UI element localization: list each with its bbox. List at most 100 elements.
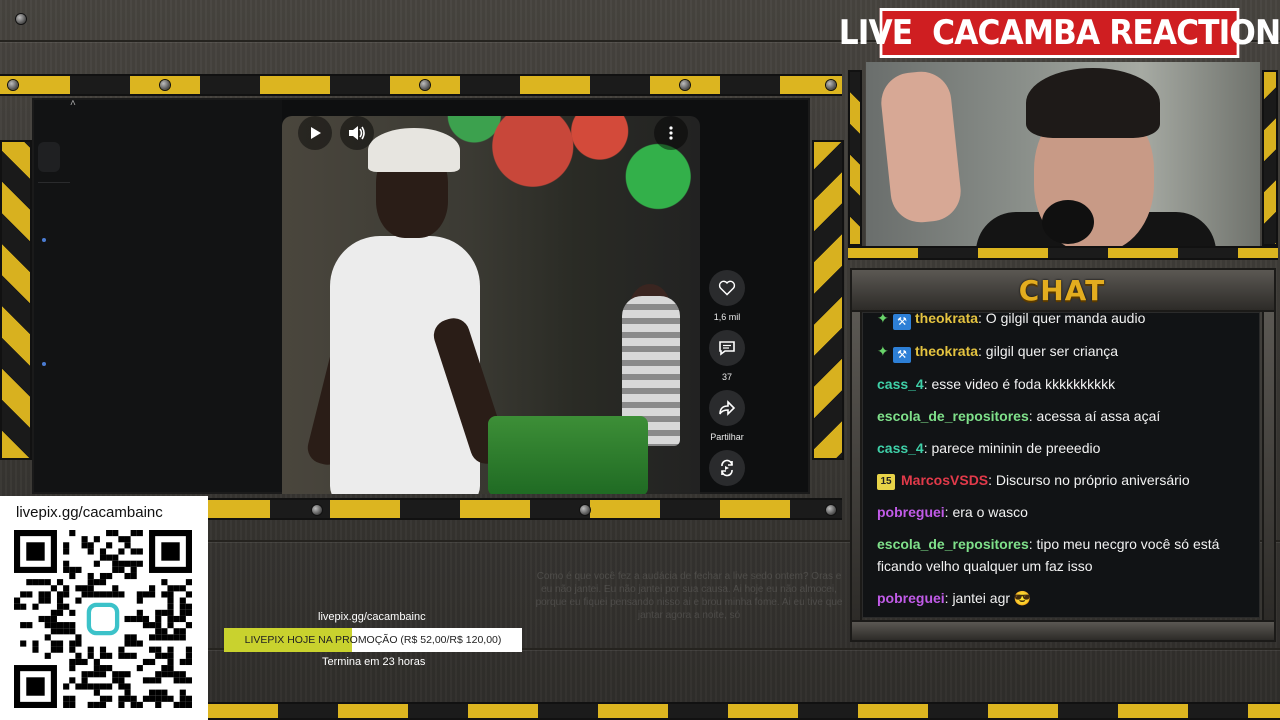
livepix-panel: livepix.gg/cacambainc: [0, 496, 208, 720]
chat-text: : O gilgil quer manda audio: [978, 312, 1146, 326]
qr-module: [63, 622, 70, 629]
remix-action[interactable]: [704, 450, 750, 492]
divider: [38, 182, 70, 183]
qr-module: [179, 585, 186, 592]
qr-module: [75, 597, 82, 604]
caret-icon: ˄: [70, 98, 76, 109]
share-action[interactable]: Partilhar: [704, 390, 750, 442]
short-video[interactable]: [282, 116, 700, 494]
qr-module: [14, 597, 21, 604]
chat-text: : Discurso no próprio aniversário: [988, 472, 1190, 488]
chat-username[interactable]: escola_de_repositores: [877, 408, 1029, 424]
qr-module: [155, 701, 162, 708]
qr-module: [69, 701, 76, 708]
play-button[interactable]: [298, 116, 332, 150]
qr-module: [179, 689, 186, 696]
comment-action[interactable]: 37: [704, 330, 750, 382]
chat-username[interactable]: theokrata: [915, 343, 978, 359]
qr-module: [161, 689, 168, 696]
chat-side-rail: [850, 310, 862, 622]
like-count: 1,6 mil: [713, 312, 741, 322]
qr-module: [112, 671, 119, 678]
qr-module: [32, 646, 39, 653]
hazard-stripe-bottom: [200, 498, 842, 520]
qr-module: [56, 640, 64, 647]
qr-module: [44, 615, 51, 623]
qr-module: [75, 652, 82, 659]
qr-module: [87, 572, 94, 580]
chat-username[interactable]: pobreguei: [877, 590, 945, 606]
qr-module: [130, 652, 137, 659]
hazard-stripe-right: [812, 140, 844, 460]
qr-module: [155, 671, 162, 678]
qr-module: [63, 628, 70, 635]
qr-module: [161, 671, 168, 678]
qr-module: [93, 560, 100, 567]
sub-badge-icon: 15: [877, 474, 895, 490]
qr-module: [179, 634, 186, 641]
chat-username[interactable]: MarcosVSDS: [901, 472, 988, 488]
qr-module: [63, 548, 70, 555]
qr-module: [26, 579, 33, 586]
like-action[interactable]: 1,6 mil: [704, 270, 750, 322]
qr-module: [155, 615, 162, 623]
qr-module: [185, 652, 192, 659]
qr-module: [32, 640, 39, 647]
qr-module: [185, 609, 192, 616]
remix-button[interactable]: [709, 450, 745, 486]
qr-module: [167, 597, 174, 604]
qr-module: [136, 665, 143, 672]
qr-module: [118, 683, 125, 690]
qr-module: [155, 695, 162, 702]
webcam-feed: [866, 62, 1260, 246]
qr-module: [56, 579, 64, 586]
heart-icon: [718, 280, 736, 296]
sidebar-button[interactable]: [38, 142, 60, 172]
chat-message: escola_de_repositores: acessa aí assa aç…: [863, 405, 1259, 427]
qr-module: [149, 622, 156, 629]
volume-button[interactable]: [340, 116, 374, 150]
qr-module: [26, 677, 45, 696]
qr-module: [56, 603, 64, 610]
browser-left-panel: ˄: [34, 98, 282, 492]
share-button[interactable]: [709, 390, 745, 426]
qr-module: [130, 548, 137, 555]
comment-button[interactable]: [709, 330, 745, 366]
qr-module: [56, 646, 64, 653]
qr-module: [44, 597, 51, 604]
chat-username[interactable]: pobreguei: [877, 504, 945, 520]
qr-module: [167, 646, 174, 653]
play-icon: [311, 127, 321, 139]
chat-username[interactable]: cass_4: [877, 440, 924, 456]
qr-module: [81, 542, 88, 549]
hazard-stripe-cam-left: [848, 70, 862, 246]
rivet: [420, 80, 430, 90]
qr-module: [99, 665, 107, 672]
qr-module: [106, 572, 113, 580]
chat-side-rail: [1262, 310, 1276, 622]
video-player-frame: ˄ 1,6 mil 37 Partilhar: [32, 98, 810, 494]
qr-module: [87, 579, 94, 586]
qr-module: [50, 615, 57, 623]
qr-module: [149, 591, 156, 598]
qr-module: [185, 701, 192, 708]
chat-username[interactable]: escola_de_repositores: [877, 536, 1029, 552]
more-options-button[interactable]: [654, 116, 688, 150]
stream-title: LIVE CACAMBA REACTION: [838, 13, 1280, 53]
qr-module: [179, 677, 186, 684]
qr-module: [106, 652, 113, 659]
qr-module: [167, 622, 174, 629]
qr-module: [106, 591, 113, 598]
qr-module: [118, 566, 125, 573]
chat-title: CHAT: [1018, 273, 1106, 307]
microphone-icon: [1042, 200, 1094, 244]
qr-module: [50, 622, 57, 629]
like-button[interactable]: [709, 270, 745, 306]
chat-username[interactable]: theokrata: [915, 313, 978, 326]
chat-username[interactable]: cass_4: [877, 376, 924, 392]
qr-module: [173, 585, 180, 592]
qr-module: [136, 597, 143, 604]
qr-module: [167, 695, 174, 702]
chat-message: pobreguei: jantei agr 😎: [863, 587, 1259, 609]
qr-module: [32, 579, 39, 586]
